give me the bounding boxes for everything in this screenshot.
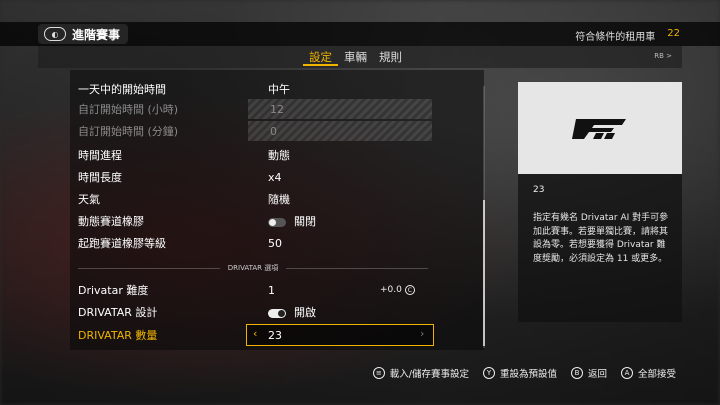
rb-label: RB	[654, 52, 664, 60]
credits-icon: C	[404, 285, 415, 295]
back-action[interactable]: B 返回	[570, 366, 607, 380]
setting-value: 開啟	[294, 306, 316, 319]
setting-time-length[interactable]: 時間長度 x4	[78, 166, 436, 188]
toggle-switch[interactable]	[268, 217, 286, 227]
action-label: 載入/儲存賽事設定	[389, 369, 469, 380]
setting-drivatar-design[interactable]: DRIVATAR 設計 開啟	[78, 301, 436, 323]
drivatar-section-header: DRIVATAR 選項	[78, 262, 429, 274]
setting-toggle-wrap: 關閉	[268, 213, 316, 229]
chevron-right-icon: >	[666, 52, 672, 60]
setting-value: 關閉	[294, 215, 316, 228]
tab-cars[interactable]: 車輛	[338, 48, 373, 66]
b-button-icon: B	[570, 367, 583, 379]
setting-value: 1	[268, 283, 275, 297]
setting-toggle-wrap: 開啟	[268, 304, 316, 320]
tab-rules[interactable]: 規則	[373, 48, 408, 66]
setting-label: DRIVATAR 數量	[78, 329, 158, 342]
scrollbar-thumb[interactable]	[483, 200, 485, 346]
menu-button-icon: ≡	[372, 367, 385, 379]
setting-label: 動態賽道橡膠	[78, 215, 144, 228]
setting-label: 時間進程	[78, 149, 122, 162]
forza-logo-box	[518, 82, 682, 174]
setting-label: DRIVATAR 設計	[78, 306, 158, 319]
load-save-action[interactable]: ≡ 載入/儲存賽事設定	[372, 366, 469, 380]
eligible-cars-count: 22	[667, 28, 680, 39]
page-title: 進階賽事	[72, 27, 121, 42]
setting-drivatar-count[interactable]: DRIVATAR 數量 23	[78, 324, 436, 346]
eligible-cars-label: 符合條件的租用車	[575, 32, 656, 43]
setting-label: 天氣	[78, 193, 100, 206]
setting-value: x4	[268, 170, 282, 184]
setting-value: 中午	[268, 83, 290, 96]
difficulty-bonus-value: +0.0	[380, 285, 402, 295]
setting-value: 23	[268, 328, 282, 342]
bottom-action-bar: ≡ 載入/儲存賽事設定 Y 重設為預設值 B 返回 A 全部接受	[372, 366, 676, 380]
divider	[78, 267, 220, 269]
setting-time-progression[interactable]: 時間進程 動態	[78, 144, 436, 166]
setting-value: 50	[268, 236, 282, 250]
tab-settings[interactable]: 設定	[303, 48, 338, 66]
accept-all-action[interactable]: A 全部接受	[620, 366, 676, 380]
setting-label: 時間長度	[78, 171, 122, 184]
setting-value: 隨機	[268, 193, 290, 206]
rb-hint: RB >	[654, 52, 672, 60]
reset-defaults-action[interactable]: Y 重設為預設值	[482, 366, 557, 380]
setting-label: Drivatar 難度	[78, 284, 149, 297]
tabs: 設定 車輛 規則	[303, 48, 408, 66]
page-title-box: ◐ 進階賽事	[38, 24, 129, 44]
setting-start-time[interactable]: 一天中的開始時間 中午	[78, 78, 436, 100]
setting-label: 起跑賽道橡膠等級	[78, 237, 166, 250]
setting-label: 自訂開始時間 (分鐘)	[78, 125, 179, 138]
divider	[286, 267, 429, 269]
setting-label: 自訂開始時間 (小時)	[78, 103, 179, 116]
toggle-switch[interactable]	[268, 308, 286, 318]
info-title: 23	[533, 185, 545, 195]
setting-weather[interactable]: 天氣 隨機	[78, 188, 436, 210]
setting-value: 0	[270, 124, 277, 138]
setting-custom-hour: 自訂開始時間 (小時) 12	[78, 98, 436, 120]
action-label: 返回	[587, 369, 607, 380]
eligible-cars-info: 符合條件的租用車 22	[575, 28, 680, 43]
y-button-icon: Y	[482, 367, 495, 379]
setting-value: 動態	[268, 149, 290, 162]
forza-logo-icon	[572, 119, 626, 139]
setting-custom-minute: 自訂開始時間 (分鐘) 0	[78, 120, 436, 142]
setting-value: 12	[270, 102, 284, 116]
action-label: 全部接受	[637, 369, 676, 380]
action-label: 重設為預設值	[499, 369, 557, 380]
section-label: DRIVATAR 選項	[227, 264, 279, 272]
difficulty-bonus: +0.0 C	[380, 285, 415, 295]
forza-controller-icon: ◐	[44, 27, 66, 41]
setting-label: 一天中的開始時間	[78, 83, 166, 96]
info-description: 指定有幾名 Drivatar AI 對手可參加此賽事。若要單獨比賽，請將其設為零…	[533, 213, 669, 264]
a-button-icon: A	[620, 367, 633, 379]
setting-start-rubber[interactable]: 起跑賽道橡膠等級 50	[78, 232, 436, 254]
setting-dynamic-rubber[interactable]: 動態賽道橡膠 關閉	[78, 210, 436, 232]
